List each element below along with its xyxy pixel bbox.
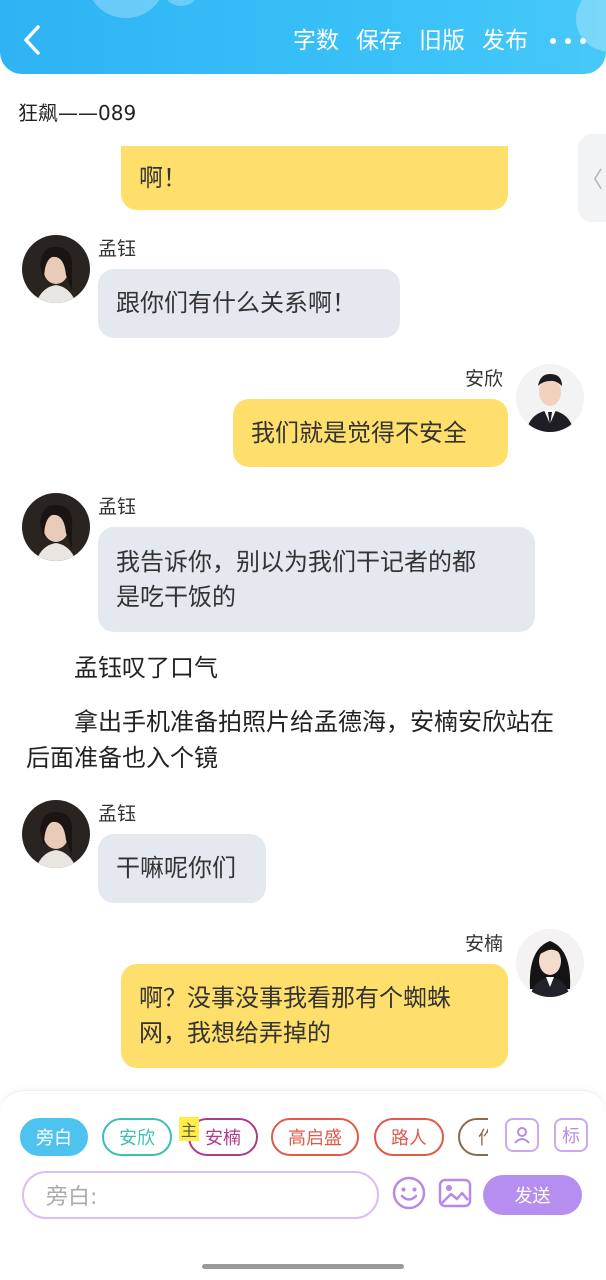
sender-name: 安欣 (465, 368, 504, 390)
role-chip-narration[interactable]: 旁白 (20, 1118, 88, 1156)
decor-bubble (164, 0, 198, 6)
role-chip-gaoqisheng[interactable]: 高启盛 (271, 1118, 359, 1156)
composer-panel: 旁白 安欣 安楠 高启盛 路人 作 主 (0, 1090, 606, 1280)
top-bar: 字数 保存 旧版 发布 (0, 0, 606, 74)
chevron-left-icon (24, 25, 40, 55)
role-chip-label: 高启盛 (288, 1128, 342, 1149)
message-text: 干嘛呢你们 (116, 854, 236, 882)
message-text-line: 我告诉你，别以为我们干记者的都 (116, 547, 476, 576)
role-chip-anxin[interactable]: 安欣 (102, 1118, 172, 1156)
sender-name: 孟钰 (98, 496, 137, 518)
narration-text[interactable]: 孟钰叹了口气 (26, 650, 566, 686)
avatar[interactable] (22, 800, 90, 868)
emoji-button[interactable] (391, 1175, 427, 1211)
word-count-button[interactable]: 字数 (293, 26, 339, 56)
sender-name: 孟钰 (98, 803, 137, 825)
side-drawer-handle[interactable]: 〈 (578, 134, 606, 222)
back-button[interactable] (18, 22, 48, 58)
send-button[interactable]: 发送 (483, 1175, 582, 1215)
message-bubble[interactable]: 跟你们有什么关系啊！ (98, 269, 400, 338)
header-actions: 字数 保存 旧版 发布 (276, 26, 586, 56)
more-horizontal-icon[interactable] (550, 26, 586, 56)
message-input[interactable]: 旁白: (22, 1171, 379, 1219)
message-text: 跟你们有什么关系啊！ (116, 289, 356, 317)
character-button[interactable] (505, 1118, 539, 1152)
message-text: 啊！ (139, 164, 187, 192)
message-bubble[interactable]: 我们就是觉得不安全 (233, 399, 508, 467)
message-text: 我们就是觉得不安全 (251, 418, 467, 447)
role-chip-label: 旁白 (36, 1128, 72, 1149)
avatar[interactable] (22, 235, 90, 303)
role-chip-passerby[interactable]: 路人 (374, 1118, 444, 1156)
document-title: 狂飙——089 (18, 101, 137, 125)
avatar[interactable] (516, 364, 584, 432)
message-list[interactable]: 啊！ 孟钰 跟你们有什么关系啊！ 安欣 我们就是觉得不安全 孟钰 我告诉你，别以… (0, 146, 606, 1086)
publish-button[interactable]: 发布 (482, 26, 528, 56)
home-indicator[interactable] (202, 1264, 404, 1269)
message-text-line: 网，我想给弄掉的 (139, 1019, 331, 1047)
sender-name: 安楠 (465, 933, 504, 955)
message-text-line: 啊？没事没事我看那有个蜘蛛 (139, 984, 451, 1012)
role-chip-label: 安楠 (205, 1128, 241, 1149)
tag-button[interactable]: 标 (554, 1118, 588, 1152)
side-tab-glyph: 〈 (580, 168, 603, 193)
role-chip-author[interactable]: 作 (458, 1118, 488, 1156)
decor-bubble (88, 0, 164, 18)
old-version-button[interactable]: 旧版 (419, 26, 465, 56)
image-button[interactable] (437, 1175, 473, 1211)
main-role-tag: 主 (179, 1117, 199, 1141)
role-chip-row[interactable]: 旁白 安欣 安楠 高启盛 路人 作 (20, 1118, 488, 1158)
sender-name: 孟钰 (98, 238, 137, 260)
editor-screen: 字数 保存 旧版 发布 狂飙——089 啊！ 孟钰 跟你们有什么关系啊！ 安欣 (0, 0, 606, 1280)
avatar[interactable] (22, 493, 90, 561)
avatar[interactable] (516, 929, 584, 997)
message-bubble[interactable]: 啊！ (121, 146, 508, 210)
role-chip-label: 路人 (391, 1128, 427, 1149)
save-button[interactable]: 保存 (356, 26, 402, 56)
message-bubble[interactable]: 我告诉你，别以为我们干记者的都 是吃干饭的 (98, 527, 535, 632)
smiley-icon (392, 1176, 426, 1210)
message-bubble[interactable]: 啊？没事没事我看那有个蜘蛛 网，我想给弄掉的 (121, 964, 508, 1068)
message-input-placeholder: 旁白: (46, 1185, 98, 1210)
role-chip-label: 安欣 (119, 1128, 155, 1149)
message-text-line: 是吃干饭的 (116, 582, 236, 611)
narration-text[interactable]: 拿出手机准备拍照片给孟德海，安楠安欣站在后面准备也入个镜 (26, 704, 571, 776)
image-icon (438, 1178, 472, 1208)
role-chip-label: 作 (478, 1124, 488, 1150)
message-bubble[interactable]: 干嘛呢你们 (98, 834, 266, 903)
tag-button-label: 标 (562, 1126, 580, 1147)
person-card-icon (514, 1127, 530, 1144)
